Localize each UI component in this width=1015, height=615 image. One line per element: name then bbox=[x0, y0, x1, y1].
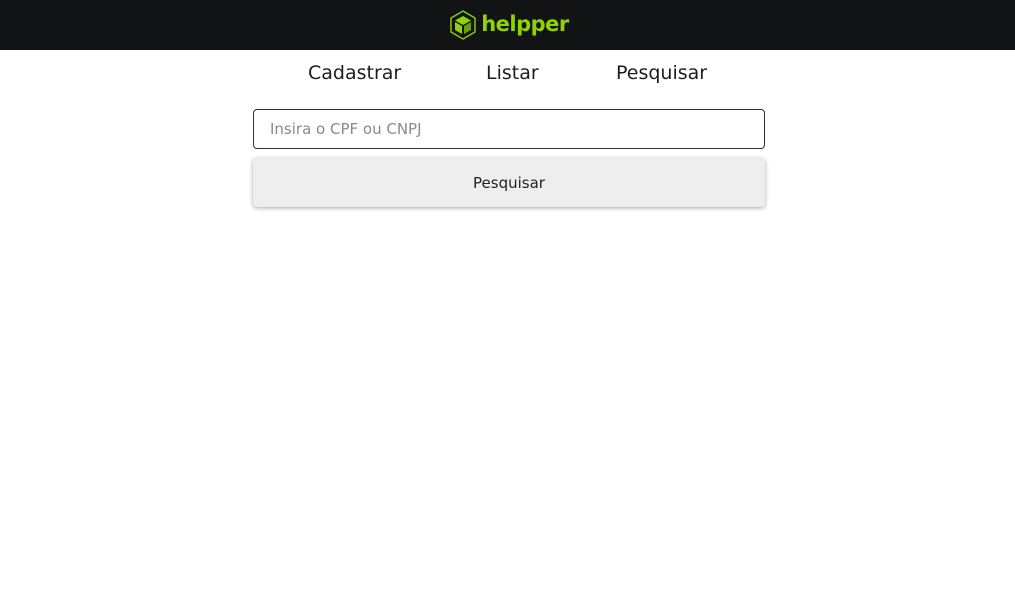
cube-icon bbox=[450, 10, 476, 40]
brand-logo[interactable]: helpper bbox=[448, 10, 569, 40]
search-button[interactable]: Pesquisar bbox=[253, 158, 765, 207]
brand-name: helpper bbox=[481, 11, 569, 36]
top-bar: helpper bbox=[0, 0, 1015, 50]
cpf-cnpj-search-input[interactable] bbox=[253, 109, 765, 149]
nav-link-listar[interactable]: Listar bbox=[486, 62, 539, 84]
nav-link-pesquisar[interactable]: Pesquisar bbox=[616, 62, 707, 84]
nav-link-cadastrar[interactable]: Cadastrar bbox=[308, 62, 401, 84]
main-nav: Cadastrar Listar Pesquisar bbox=[0, 50, 1015, 100]
